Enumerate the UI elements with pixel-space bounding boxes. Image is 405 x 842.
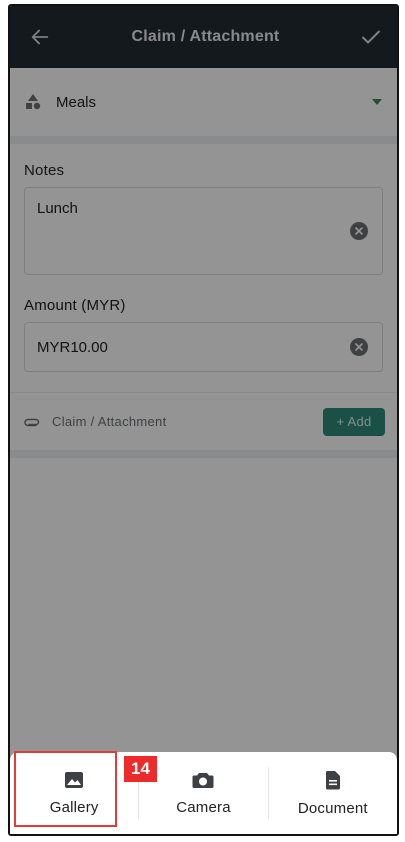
camera-option[interactable]: Camera xyxy=(139,761,267,825)
document-icon xyxy=(325,770,340,789)
phone-frame: Claim / Attachment Meals Notes Lunch Amo… xyxy=(8,4,399,836)
annotation-badge: 14 xyxy=(124,756,157,782)
camera-icon xyxy=(192,772,214,788)
camera-label: Camera xyxy=(176,798,231,816)
document-option[interactable]: Document xyxy=(269,761,397,825)
document-label: Document xyxy=(297,799,368,817)
modal-scrim[interactable] xyxy=(10,6,397,834)
gallery-highlight-box xyxy=(14,751,117,827)
